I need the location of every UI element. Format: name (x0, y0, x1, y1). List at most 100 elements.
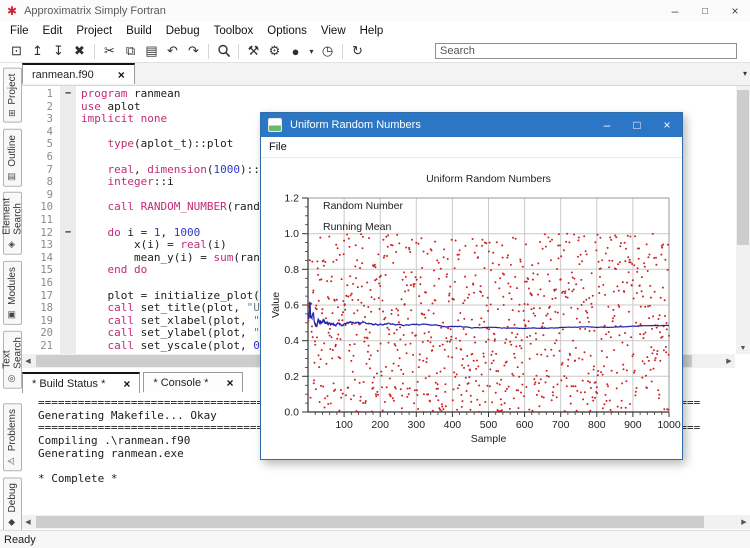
find-icon[interactable] (213, 41, 234, 61)
fold-marker (60, 126, 76, 139)
menu-project[interactable]: Project (69, 25, 119, 37)
titlebar[interactable]: ✱ Approximatrix Simply Fortran – □ × (0, 0, 750, 22)
plot-menu-file[interactable]: File (261, 141, 295, 153)
sidebar-tab-problems[interactable]: ⚠ Problems (3, 402, 22, 471)
run-dropdown-icon[interactable]: ▾ (306, 41, 317, 61)
menu-help[interactable]: Help (353, 25, 391, 37)
fold-marker (60, 201, 76, 214)
svg-text:500: 500 (480, 419, 498, 431)
element-search-icon: ◈ (7, 239, 18, 250)
bottom-tab--console-[interactable]: * Console * × (143, 372, 244, 392)
plot-minimize-button[interactable]: – (592, 113, 622, 137)
sidebar-tab-modules[interactable]: ▣ Modules (3, 261, 22, 325)
output-horizontal-scrollbar[interactable]: ◀ ▶ (22, 515, 750, 529)
copy-icon[interactable]: ⧉ (120, 41, 141, 61)
vertical-scroll-thumb[interactable] (737, 90, 749, 245)
sidebar-tab-outline[interactable]: ▥ Outline (3, 128, 22, 187)
fold-marker (60, 101, 76, 114)
build-options-icon[interactable]: ⚙ (264, 41, 285, 61)
menu-view[interactable]: View (314, 25, 353, 37)
line-number: 7 (46, 163, 53, 176)
line-number: 19 (40, 314, 53, 327)
cut-icon[interactable]: ✂ (99, 41, 120, 61)
menu-toolbox[interactable]: Toolbox (207, 25, 261, 37)
bottom-tab--build-status-[interactable]: * Build Status * × (22, 372, 141, 393)
sidebar-tab-debug[interactable]: ◆ Debug (3, 476, 22, 533)
rebuild-icon[interactable]: ↻ (347, 41, 368, 61)
plot-window-titlebar[interactable]: Uniform Random Numbers – □ × (261, 113, 682, 137)
menu-debug[interactable]: Debug (159, 25, 207, 37)
fold-marker (60, 214, 76, 227)
svg-text:Uniform Random Numbers: Uniform Random Numbers (426, 173, 551, 185)
line-number: 14 (40, 251, 53, 264)
horizontal-scroll-thumb[interactable] (36, 516, 704, 528)
fold-marker (60, 113, 76, 126)
tab-overflow-icon[interactable]: ▾ (743, 69, 747, 78)
chart: 100 200 300 400 500 600 700 800 900 1000 0.0 0.2 0.4… (270, 173, 681, 445)
undo-icon[interactable]: ↶ (162, 41, 183, 61)
svg-text:600: 600 (516, 419, 534, 431)
redo-icon[interactable]: ↷ (183, 41, 204, 61)
line-number: 3 (46, 113, 53, 126)
menu-options[interactable]: Options (260, 25, 314, 37)
sidebar-tab-label: Modules (7, 267, 18, 305)
tab-close-icon[interactable]: × (226, 376, 233, 390)
tab-close-icon[interactable]: × (123, 377, 130, 391)
line-number: 8 (46, 176, 53, 189)
fold-marker (60, 176, 76, 189)
new-source-icon[interactable]: ⊡ (6, 41, 27, 61)
close-button[interactable]: × (720, 0, 750, 22)
maximize-button[interactable]: □ (690, 0, 720, 22)
line-number: 17 (40, 289, 53, 302)
line-number: 18 (40, 302, 53, 315)
scroll-right-icon[interactable]: ▶ (738, 515, 750, 529)
line-number: 16 (40, 276, 53, 289)
fold-marker[interactable]: − (60, 227, 76, 240)
menu-build[interactable]: Build (119, 25, 159, 37)
svg-text:1.2: 1.2 (284, 193, 299, 205)
menu-file[interactable]: File (3, 25, 36, 37)
scroll-left-icon[interactable]: ◀ (22, 354, 34, 368)
svg-text:Value: Value (270, 292, 282, 318)
save-icon[interactable]: ↧ (48, 41, 69, 61)
close-file-icon[interactable]: ✖ (69, 41, 90, 61)
plot-maximize-button[interactable]: □ (622, 113, 652, 137)
bottom-tab-label: * Build Status * (32, 377, 106, 390)
scroll-down-icon[interactable]: ▼ (736, 342, 750, 354)
open-project-icon[interactable]: ↥ (27, 41, 48, 61)
editor-vertical-scrollbar[interactable]: ▲ ▼ (736, 86, 750, 354)
line-number: 6 (46, 150, 53, 163)
launch-timer-icon[interactable]: ◷ (317, 41, 338, 61)
sidebar-tab-label: Problems (7, 408, 18, 451)
plot-close-button[interactable]: × (652, 113, 682, 137)
plot-window-title: Uniform Random Numbers (290, 119, 421, 131)
code-text: integer::i (107, 175, 174, 189)
problems-icon: ⚠ (7, 454, 18, 465)
scroll-right-icon[interactable]: ▶ (723, 354, 735, 368)
modules-icon: ▣ (7, 308, 18, 319)
scroll-left-icon[interactable]: ◀ (22, 515, 34, 529)
build-icon[interactable]: ⚒ (243, 41, 264, 61)
outline-icon: ▥ (7, 170, 18, 181)
search-input[interactable] (435, 43, 737, 59)
svg-text:0.2: 0.2 (284, 371, 299, 383)
paste-icon[interactable]: ▤ (141, 41, 162, 61)
svg-text:800: 800 (588, 419, 606, 431)
app-icon: ✱ (7, 4, 18, 18)
line-number: 20 (40, 327, 53, 340)
plot-window[interactable]: Uniform Random Numbers – □ × File 100 200… (260, 112, 683, 460)
line-number: 11 (40, 213, 53, 226)
sidebar-tab-project[interactable]: ⊞ Project (3, 68, 22, 123)
menu-edit[interactable]: Edit (36, 25, 70, 37)
svg-text:0.4: 0.4 (284, 335, 299, 347)
run-icon[interactable]: ● (285, 41, 306, 61)
code-text: end do (107, 263, 148, 277)
minimize-button[interactable]: – (660, 0, 690, 22)
sidebar-tab-text-search[interactable]: ◎ Text Search (2, 330, 24, 389)
tab-close-icon[interactable]: × (118, 68, 125, 82)
fold-marker (60, 239, 76, 252)
sidebar-tab-element-search[interactable]: ◈ Element Search (2, 192, 24, 256)
tab-ranmean-f90[interactable]: ranmean.f90 × (22, 63, 135, 84)
sidebar-tab-label: Project (7, 74, 18, 106)
fold-marker[interactable]: − (60, 88, 76, 101)
